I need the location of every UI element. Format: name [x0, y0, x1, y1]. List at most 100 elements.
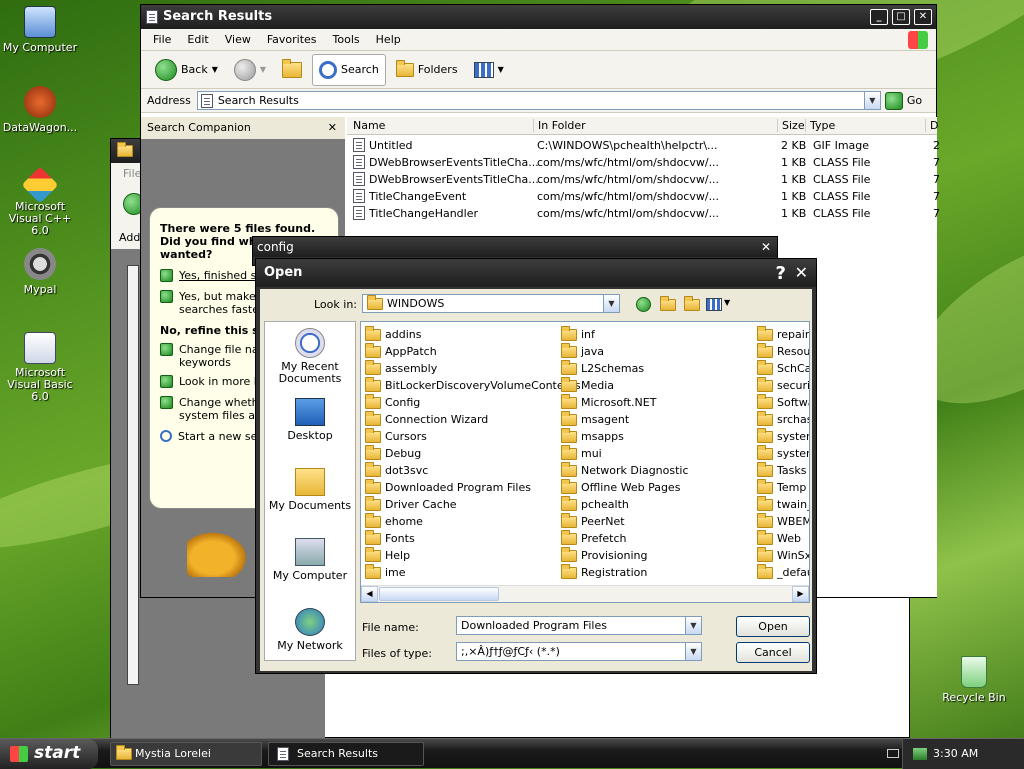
folder-item[interactable]: Config	[365, 393, 420, 411]
chevron-down-icon[interactable]: ▼	[212, 65, 218, 74]
folder-item[interactable]: SchCacl	[757, 359, 809, 377]
folder-item[interactable]: Offline Web Pages	[561, 478, 680, 496]
cancel-button[interactable]: Cancel	[736, 642, 810, 663]
folders-button[interactable]: Folders	[390, 54, 464, 86]
horizontal-scrollbar[interactable]: ◀ ▶	[361, 585, 809, 602]
network-icon[interactable]	[913, 748, 927, 760]
scroll-left-button[interactable]: ◀	[361, 586, 378, 602]
folder-item[interactable]: Cursors	[365, 427, 427, 445]
folder-item[interactable]: Debug	[365, 444, 421, 462]
search-dog-icon[interactable]	[187, 529, 251, 577]
address-dropdown-button[interactable]: ▼	[863, 92, 880, 109]
chevron-down-icon[interactable]: ▼	[685, 617, 701, 634]
folder-item[interactable]: Downloaded Program Files	[365, 478, 531, 496]
desktop-icon-datawagon[interactable]: DataWagon...	[0, 86, 80, 134]
folder-item[interactable]: _defaul	[757, 563, 809, 581]
scroll-thumb[interactable]	[379, 587, 499, 601]
col-size[interactable]: Size	[777, 119, 805, 132]
search-button[interactable]: Search	[312, 53, 386, 86]
folder-item[interactable]: inf	[561, 325, 595, 343]
task-mystia[interactable]: Mystia Lorelei	[110, 742, 262, 766]
menu-favorites[interactable]: Favorites	[259, 33, 325, 46]
folder-item[interactable]: Resourc	[757, 342, 809, 360]
folder-item[interactable]: WinSxS	[757, 546, 809, 564]
scroll-right-button[interactable]: ▶	[792, 586, 809, 602]
place-my-documents[interactable]: My Documents	[265, 468, 355, 512]
desktop-icon-mypal[interactable]: Mypal	[0, 248, 80, 296]
go-button[interactable]: Go	[907, 94, 922, 107]
file-type-select[interactable]: ;,×Â)ƒ†ƒ@ƒCƒ‹ (*.*) ▼	[456, 642, 702, 661]
chevron-down-icon[interactable]: ▼	[724, 298, 730, 307]
menu-tools[interactable]: Tools	[325, 33, 368, 46]
start-button[interactable]: start	[0, 739, 98, 769]
table-row[interactable]: TitleChangeEvent com/ms/wfc/html/om/shdoc…	[351, 188, 940, 205]
desktop-icon-recycle-bin[interactable]: Recycle Bin	[934, 656, 1014, 704]
open-dialog[interactable]: Open ? ✕ Look in: WINDOWS ▼ ▼ My Recent …	[255, 258, 817, 674]
folder-item[interactable]: Fonts	[365, 529, 415, 547]
views-menu-icon[interactable]	[706, 298, 722, 311]
help-icon[interactable]: ?	[776, 260, 786, 288]
col-type[interactable]: Type	[805, 119, 835, 132]
chevron-down-icon[interactable]: ▼	[603, 295, 619, 312]
menu-help[interactable]: Help	[368, 33, 409, 46]
look-in-dropdown[interactable]: WINDOWS ▼	[362, 294, 620, 313]
folder-item[interactable]: repair	[757, 325, 809, 343]
back-arrow-icon[interactable]	[636, 297, 651, 312]
folder-item[interactable]: Softwar	[757, 393, 809, 411]
folder-item[interactable]: system	[757, 427, 809, 445]
chevron-down-icon[interactable]: ▼	[685, 643, 701, 660]
table-row[interactable]: DWebBrowserEventsTitleCha... com/ms/wfc/h…	[351, 154, 940, 171]
views-button[interactable]: ▼	[468, 54, 510, 86]
folder-item[interactable]: Provisioning	[561, 546, 648, 564]
search-results-titlebar[interactable]: Search Results _ □ ✕	[141, 5, 936, 29]
up-folder-icon[interactable]	[660, 296, 676, 311]
folder-item[interactable]: msagent	[561, 410, 629, 428]
folder-item[interactable]: java	[561, 342, 604, 360]
folder-item[interactable]: Help	[365, 546, 410, 564]
maximize-button[interactable]: □	[892, 9, 910, 25]
col-name[interactable]: Name	[353, 119, 385, 132]
folder-item[interactable]: system3	[757, 444, 809, 462]
col-in-folder[interactable]: In Folder	[533, 119, 586, 132]
back-button[interactable]: Back ▼	[149, 54, 224, 86]
menu-file[interactable]: File	[145, 33, 179, 46]
menu-view[interactable]: View	[217, 33, 259, 46]
folder-item[interactable]: assembly	[365, 359, 437, 377]
place-desktop[interactable]: Desktop	[265, 398, 355, 442]
folder-item[interactable]: srchass	[757, 410, 809, 428]
desktop-icon-my-computer[interactable]: My Computer	[0, 6, 80, 54]
place-recent[interactable]: My Recent Documents	[265, 328, 355, 385]
minimize-button[interactable]: _	[870, 9, 888, 25]
menu-edit[interactable]: Edit	[179, 33, 216, 46]
folder-item[interactable]: mui	[561, 444, 602, 462]
forward-button[interactable]: ▼	[228, 54, 272, 86]
address-input[interactable]: Search Results ▼	[196, 91, 881, 110]
place-my-network[interactable]: My Network	[265, 608, 355, 652]
place-my-computer[interactable]: My Computer	[265, 538, 355, 582]
file-name-input[interactable]: Downloaded Program Files ▼	[456, 616, 702, 635]
folder-item[interactable]: PeerNet	[561, 512, 625, 530]
close-icon[interactable]: ✕	[761, 237, 771, 257]
up-folder-button[interactable]	[276, 54, 308, 86]
folder-item[interactable]: Temp	[757, 478, 806, 496]
folder-item[interactable]: WBEM	[757, 512, 809, 530]
desktop-icon-visual-cpp[interactable]: Microsoft Visual C++ 6.0	[0, 166, 80, 237]
folder-item[interactable]: Registration	[561, 563, 647, 581]
folder-item[interactable]: Media	[561, 376, 614, 394]
folder-item[interactable]: dot3svc	[365, 461, 428, 479]
folder-item[interactable]: security	[757, 376, 809, 394]
folder-item[interactable]: pchealth	[561, 495, 629, 513]
table-row[interactable]: Untitled C:\WINDOWS\pchealth\helpctr\... 2…	[351, 137, 940, 154]
close-icon[interactable]: ✕	[795, 259, 808, 287]
folder-item[interactable]: twain_3	[757, 495, 809, 513]
keyboard-icon[interactable]	[887, 749, 899, 758]
folder-item[interactable]: AppPatch	[365, 342, 437, 360]
table-row[interactable]: TitleChangeHandler com/ms/wfc/html/om/shd…	[351, 205, 940, 222]
go-arrow-icon[interactable]	[884, 91, 903, 110]
folder-item[interactable]: L2Schemas	[561, 359, 644, 377]
open-dialog-titlebar[interactable]: Open ? ✕	[256, 259, 816, 287]
folder-item[interactable]: Web	[757, 529, 801, 547]
col-d[interactable]: D	[925, 119, 938, 132]
open-button[interactable]: Open	[736, 616, 810, 637]
folder-item[interactable]: Microsoft.NET	[561, 393, 656, 411]
